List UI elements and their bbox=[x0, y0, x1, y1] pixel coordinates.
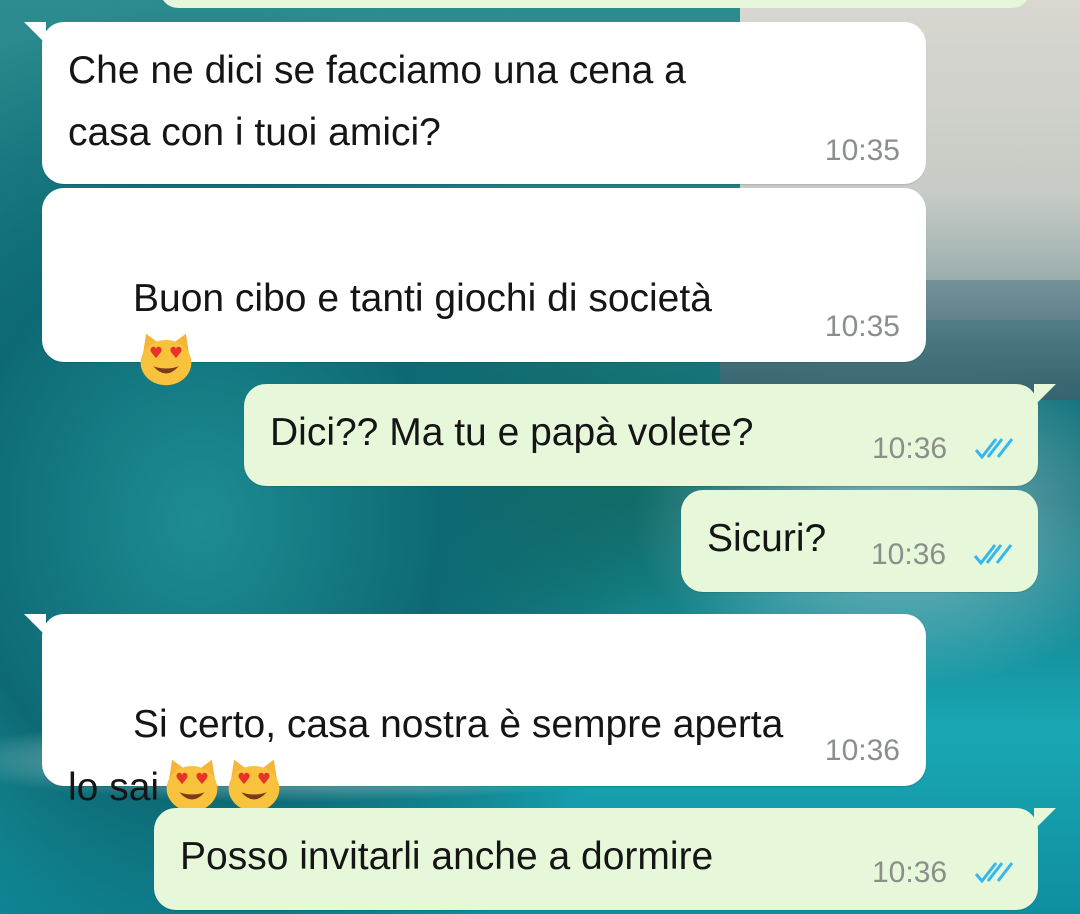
message-text: Dici?? Ma tu e papà volete? bbox=[270, 411, 754, 454]
message-time: 10:36 bbox=[824, 734, 900, 767]
chat-thread: Che ne dici se facciamo una cena a casa … bbox=[0, 0, 1080, 914]
heart-eyes-cat-emoji-icon bbox=[166, 759, 218, 812]
outgoing-message-bubble[interactable]: Dici?? Ma tu e papà volete? 10:36 bbox=[244, 384, 1056, 486]
message-time: 10:36 bbox=[871, 538, 947, 571]
read-double-check-icon bbox=[973, 544, 1013, 566]
message-time: 10:35 bbox=[824, 134, 900, 167]
message-text: Buon cibo e tanti giochi di società bbox=[133, 277, 712, 320]
message-time: 10:36 bbox=[872, 856, 948, 889]
outgoing-message-bubble[interactable]: Sicuri? 10:36 bbox=[681, 490, 1038, 592]
message-text: Che ne dici se facciamo una cena a casa … bbox=[68, 49, 686, 154]
heart-eyes-cat-emoji-icon bbox=[228, 759, 280, 812]
message-time: 10:36 bbox=[872, 432, 948, 465]
message-text: Posso invitarli anche a dormire bbox=[180, 835, 714, 878]
read-double-check-icon bbox=[974, 862, 1014, 884]
heart-eyes-cat-emoji-icon bbox=[140, 333, 192, 386]
incoming-message-bubble[interactable]: Si certo, casa nostra è sempre aperta lo… bbox=[24, 614, 926, 812]
message-time: 10:35 bbox=[824, 310, 900, 343]
incoming-message-bubble[interactable]: Che ne dici se facciamo una cena a casa … bbox=[24, 22, 926, 184]
incoming-message-bubble[interactable]: Buon cibo e tanti giochi di società 10:3… bbox=[42, 188, 926, 386]
read-double-check-icon bbox=[974, 438, 1014, 460]
message-text: Sicuri? bbox=[707, 517, 827, 560]
outgoing-message-bubble[interactable]: Posso invitarli anche a dormire 10:36 bbox=[154, 808, 1056, 910]
